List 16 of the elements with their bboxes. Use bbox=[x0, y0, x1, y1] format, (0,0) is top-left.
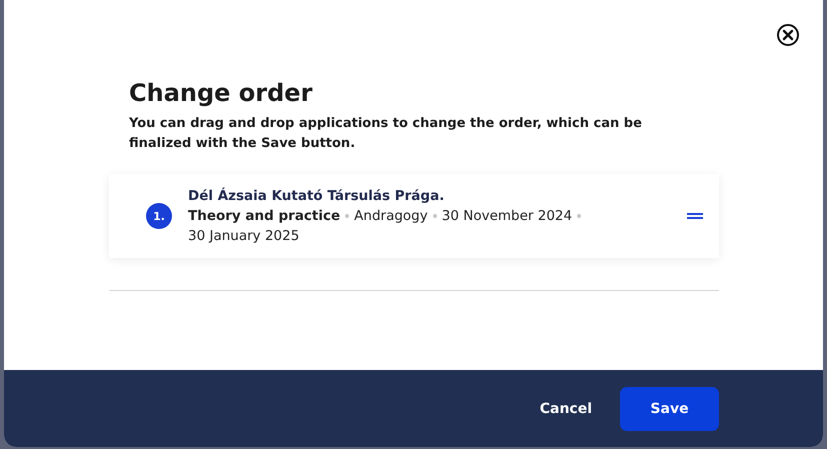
application-detail: 30 November 2024 bbox=[442, 207, 572, 226]
dialog-title: Change order bbox=[129, 78, 314, 108]
application-title: Dél Ázsaia Kutató Társulás Prága. bbox=[188, 186, 446, 206]
drag-handle-icon[interactable] bbox=[687, 213, 703, 219]
order-number: 1. bbox=[146, 203, 172, 229]
separator-dot bbox=[345, 214, 350, 218]
cancel-button[interactable]: Cancel bbox=[540, 392, 592, 424]
application-subject: Theory and practice bbox=[188, 207, 340, 226]
application-detail: 30 January 2025 bbox=[188, 227, 300, 246]
save-button[interactable]: Save bbox=[620, 386, 719, 430]
application-detail: Andragogy bbox=[354, 207, 428, 226]
close-icon[interactable] bbox=[776, 23, 800, 47]
separator-dot bbox=[577, 214, 582, 218]
separator-dot bbox=[432, 214, 437, 218]
application-card[interactable]: 1. Dél Ázsaia Kutató Társulás Prága. Theory and practice Andragogy 30 November 2024 30 January 2025 bbox=[109, 174, 719, 258]
dialog-description: You can drag and drop applications to change the order, which can be finalized with the Save button. bbox=[129, 115, 643, 153]
